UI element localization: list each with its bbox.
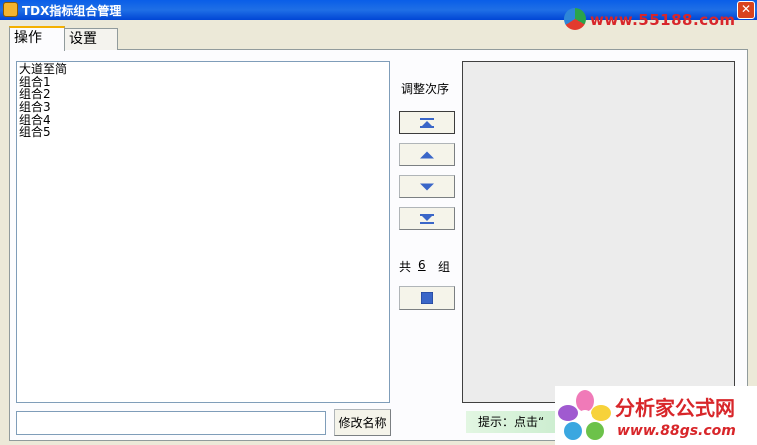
list-item[interactable]: 组合2 [19, 88, 387, 101]
count-prefix: 共 [399, 260, 412, 274]
arrow-down-icon [420, 183, 434, 190]
list-item[interactable]: 组合4 [19, 114, 387, 127]
save-button[interactable] [399, 286, 455, 310]
square-icon [421, 292, 433, 304]
close-button[interactable]: ✕ [737, 1, 755, 19]
watermark-top: www.55188.com [564, 4, 736, 36]
list-item[interactable]: 组合1 [19, 75, 387, 89]
app-icon [3, 2, 18, 17]
watermark-name: 分析家公式网 [615, 396, 735, 420]
move-bottom-button[interactable] [399, 207, 455, 230]
list-item[interactable]: 大道至简 [19, 63, 387, 76]
count-suffix: 组 [438, 260, 451, 274]
tab-settings[interactable]: 设置 [64, 28, 118, 50]
move-top-icon [420, 117, 434, 128]
order-label: 调整次序 [401, 82, 450, 96]
move-up-button[interactable] [399, 143, 455, 166]
preview-panel [462, 61, 735, 403]
watermark-url: www.55188.com [590, 11, 736, 29]
watermark-logo-icon [564, 8, 586, 30]
move-down-button[interactable] [399, 175, 455, 198]
watermark-url-bottom: www.88gs.com [617, 423, 736, 439]
group-count: 6 [418, 258, 426, 272]
watermark-bottom: 分析家公式网 www.88gs.com [555, 386, 757, 445]
move-top-button[interactable] [399, 111, 455, 134]
list-item[interactable]: 组合3 [19, 101, 387, 114]
window-title: TDX指标组合管理 [22, 4, 122, 18]
move-bottom-icon [420, 213, 434, 224]
flower-logo-icon [558, 390, 611, 440]
name-input[interactable] [16, 411, 326, 435]
tab-operation[interactable]: 操作 [9, 26, 65, 51]
group-list[interactable]: 大道至简 组合1 组合2 组合3 组合4 组合5 [16, 61, 390, 403]
list-item[interactable]: 组合5 [19, 126, 387, 139]
rename-button[interactable]: 修改名称 [334, 409, 391, 436]
arrow-up-icon [420, 151, 434, 158]
